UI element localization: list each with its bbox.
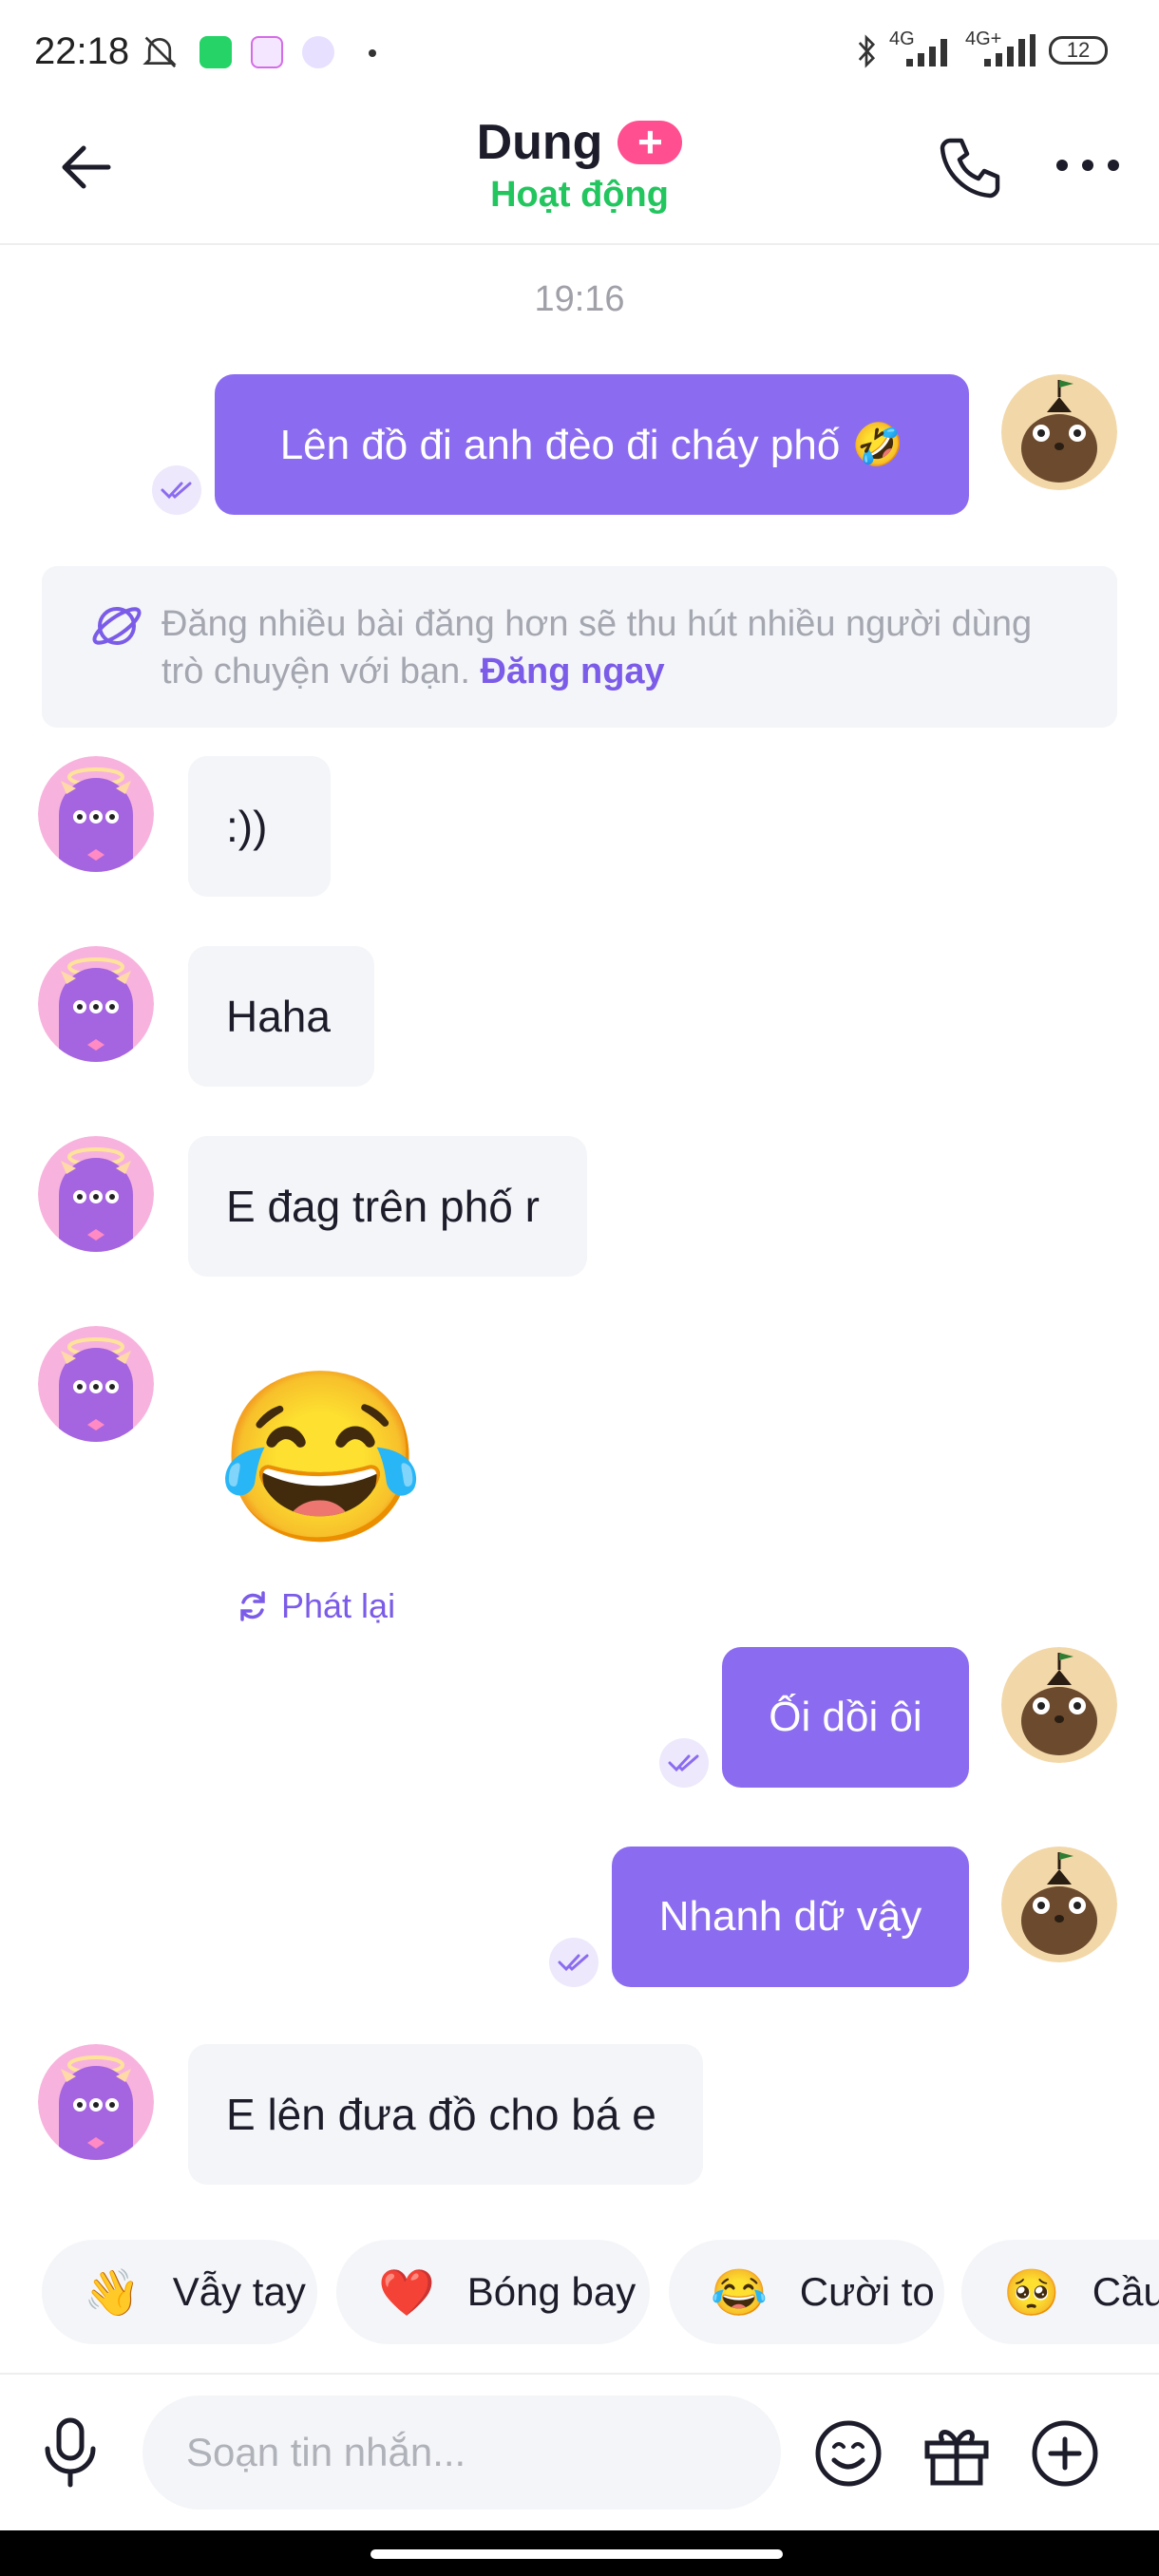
contact-avatar[interactable] [38, 946, 154, 1062]
replay-button[interactable]: Phát lại [236, 1586, 395, 1626]
quick-reactions-bar: 👋 Vẫy tay ❤️ Bóng bay 😂 Cười to 🥺 Cầu x [0, 2240, 1159, 2354]
message-text: Haha [226, 992, 331, 1041]
replay-icon [240, 1591, 265, 1621]
incoming-message[interactable]: Haha [188, 946, 374, 1087]
bluetooth-icon [858, 34, 876, 68]
signal-icon-2 [984, 34, 1036, 66]
message-composer: Soạn tin nhắn... [0, 2375, 1159, 2530]
post-suggestion-banner: Đăng nhiều bài đăng hơn sẽ thu hút nhiều… [42, 566, 1117, 728]
my-avatar[interactable] [1001, 1847, 1117, 1962]
status-bar: 22:18 4G 4G+ 12 [0, 0, 1159, 104]
message-input[interactable]: Soạn tin nhắn... [142, 2396, 781, 2510]
read-receipt-icon [152, 465, 201, 515]
contact-avatar[interactable] [38, 756, 154, 872]
emoji-content: 😂 [217, 1365, 426, 1551]
quick-reaction-plead[interactable]: 🥺 Cầu x [961, 2240, 1159, 2344]
quick-reaction-laugh[interactable]: 😂 Cười to [669, 2240, 944, 2344]
plus-badge: + [618, 120, 683, 164]
chat-header: Dung + Hoạt động [0, 104, 1159, 245]
status-time: 22:18 [34, 30, 130, 72]
message-input-placeholder: Soạn tin nhắn... [186, 2430, 466, 2474]
incoming-message[interactable]: E lên đưa đồ cho bá e [188, 2044, 703, 2185]
read-receipt-icon [659, 1738, 709, 1788]
message-text: Lên đồ đi anh đèo đi cháy phố 🤣 [279, 422, 904, 468]
outgoing-message[interactable]: Lên đồ đi anh đèo đi cháy phố 🤣 [215, 374, 969, 515]
more-icon[interactable] [1054, 154, 1121, 177]
message-text: Ối dồi ôi [769, 1694, 922, 1740]
battery-icon: 12 [1049, 36, 1108, 65]
gift-icon[interactable] [922, 2418, 992, 2489]
signal-icon [906, 39, 947, 66]
outgoing-message[interactable]: Nhanh dữ vậy [612, 1847, 969, 1987]
read-receipt-icon [549, 1938, 598, 1987]
wave-icon: 👋 [84, 2267, 141, 2319]
more-notifications-dot [369, 49, 376, 57]
home-gesture-handle[interactable] [370, 2549, 783, 2559]
chip-label: Bóng bay [466, 2269, 636, 2314]
laugh-icon: 😂 [711, 2267, 768, 2319]
my-avatar[interactable] [1001, 374, 1117, 490]
chip-label: Cười to [799, 2269, 935, 2314]
mute-bell-icon [142, 36, 177, 68]
chat-timestamp: 19:16 [534, 279, 625, 319]
battery-level: 12 [1066, 38, 1091, 62]
incoming-message[interactable]: E đag trên phố r [188, 1136, 587, 1277]
message-text: Nhanh dữ vậy [658, 1893, 922, 1940]
contact-avatar[interactable] [38, 2044, 154, 2160]
contact-avatar[interactable] [38, 1326, 154, 1442]
message-text: :)) [226, 802, 268, 851]
notice-text: Đăng nhiều bài đăng hơn sẽ thu hút nhiều… [162, 600, 1074, 695]
add-icon[interactable] [1030, 2418, 1100, 2489]
contact-avatar[interactable] [38, 1136, 154, 1252]
whatsapp-icon [200, 36, 232, 68]
contact-name: Dung [476, 115, 603, 170]
quick-reaction-wave[interactable]: 👋 Vẫy tay [42, 2240, 317, 2344]
post-now-link[interactable]: Đăng ngay [480, 652, 664, 691]
chip-label: Cầu x [1092, 2269, 1159, 2314]
microphone-icon[interactable] [40, 2416, 101, 2489]
my-avatar[interactable] [1001, 1647, 1117, 1763]
pleading-face-icon: 🥺 [1003, 2267, 1060, 2319]
messenger-icon [302, 36, 334, 68]
system-nav-bar [0, 2530, 1159, 2576]
emoji-icon[interactable] [813, 2418, 884, 2489]
animated-emoji-message[interactable]: 😂 [217, 1358, 425, 1558]
planet-icon [92, 607, 142, 645]
chip-label: Vẫy tay [172, 2269, 306, 2314]
outgoing-message[interactable]: Ối dồi ôi [722, 1647, 969, 1788]
heart-icon: ❤️ [378, 2267, 435, 2319]
phone-icon[interactable] [937, 133, 1005, 201]
replay-label: Phát lại [281, 1586, 396, 1625]
quick-reaction-balloon[interactable]: ❤️ Bóng bay [336, 2240, 650, 2344]
incoming-message[interactable]: :)) [188, 756, 331, 897]
badoo-icon [251, 36, 283, 68]
message-text: E đag trên phố r [226, 1182, 540, 1231]
message-text: E lên đưa đồ cho bá e [226, 2090, 656, 2139]
